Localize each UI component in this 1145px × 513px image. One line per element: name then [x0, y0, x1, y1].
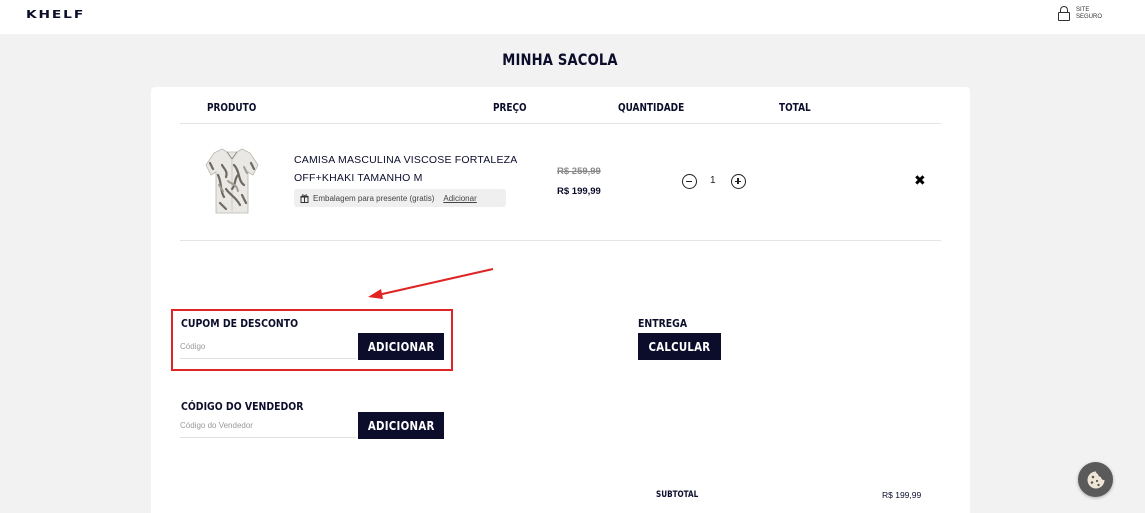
minus-icon[interactable]: [682, 174, 697, 189]
site-header: KHELF SITE SEGURO: [0, 0, 1145, 34]
annotation-highlight-box: [171, 309, 453, 371]
scrollbar[interactable]: [1137, 34, 1145, 513]
seller-code-add-button[interactable]: ADICIONAR: [358, 412, 444, 439]
secure-label-line1: SITE: [1076, 7, 1090, 13]
subtotal-label: SUBTOTAL: [656, 490, 699, 500]
secure-label-line2: SEGURO: [1076, 14, 1103, 20]
gift-wrap-text: Embalagem para presente (gratis): [313, 193, 435, 203]
divider: [180, 123, 941, 124]
original-price: R$ 259,99: [557, 166, 601, 177]
header-quantity: QUANTIDADE: [618, 102, 685, 114]
header-total: TOTAL: [779, 102, 811, 114]
cookie-icon[interactable]: [1078, 462, 1113, 497]
lock-icon: [1058, 6, 1070, 22]
secure-site-badge: SITE SEGURO: [1058, 6, 1102, 22]
product-name-line2[interactable]: OFF+KHAKI TAMANHO M: [294, 172, 423, 184]
close-icon[interactable]: ✖: [914, 173, 926, 189]
seller-code-label: CÓDIGO DO VENDEDOR: [181, 400, 304, 413]
divider: [180, 240, 941, 241]
page-title: MINHA SACOLA: [502, 50, 618, 69]
cart-card: [151, 87, 970, 513]
khelf-logo[interactable]: KHELF: [26, 8, 85, 21]
product-image[interactable]: [204, 145, 260, 217]
product-name-line1[interactable]: CAMISA MASCULINA VISCOSE FORTALEZA: [294, 154, 517, 166]
quantity-value: 1: [710, 175, 716, 186]
header-product: PRODUTO: [207, 102, 257, 114]
header-price: PREÇO: [493, 102, 527, 114]
sale-price: R$ 199,99: [557, 186, 601, 197]
seller-code-input[interactable]: [180, 414, 356, 438]
gift-wrap-option: Embalagem para presente (gratis) Adicion…: [294, 189, 506, 207]
subtotal-value: R$ 199,99: [882, 490, 922, 500]
gift-icon: [300, 193, 309, 203]
shipping-label: ENTREGA: [638, 317, 688, 330]
plus-icon[interactable]: [731, 174, 746, 189]
calculate-shipping-button[interactable]: CALCULAR: [638, 333, 721, 360]
gift-wrap-add-link[interactable]: Adicionar: [443, 194, 476, 203]
